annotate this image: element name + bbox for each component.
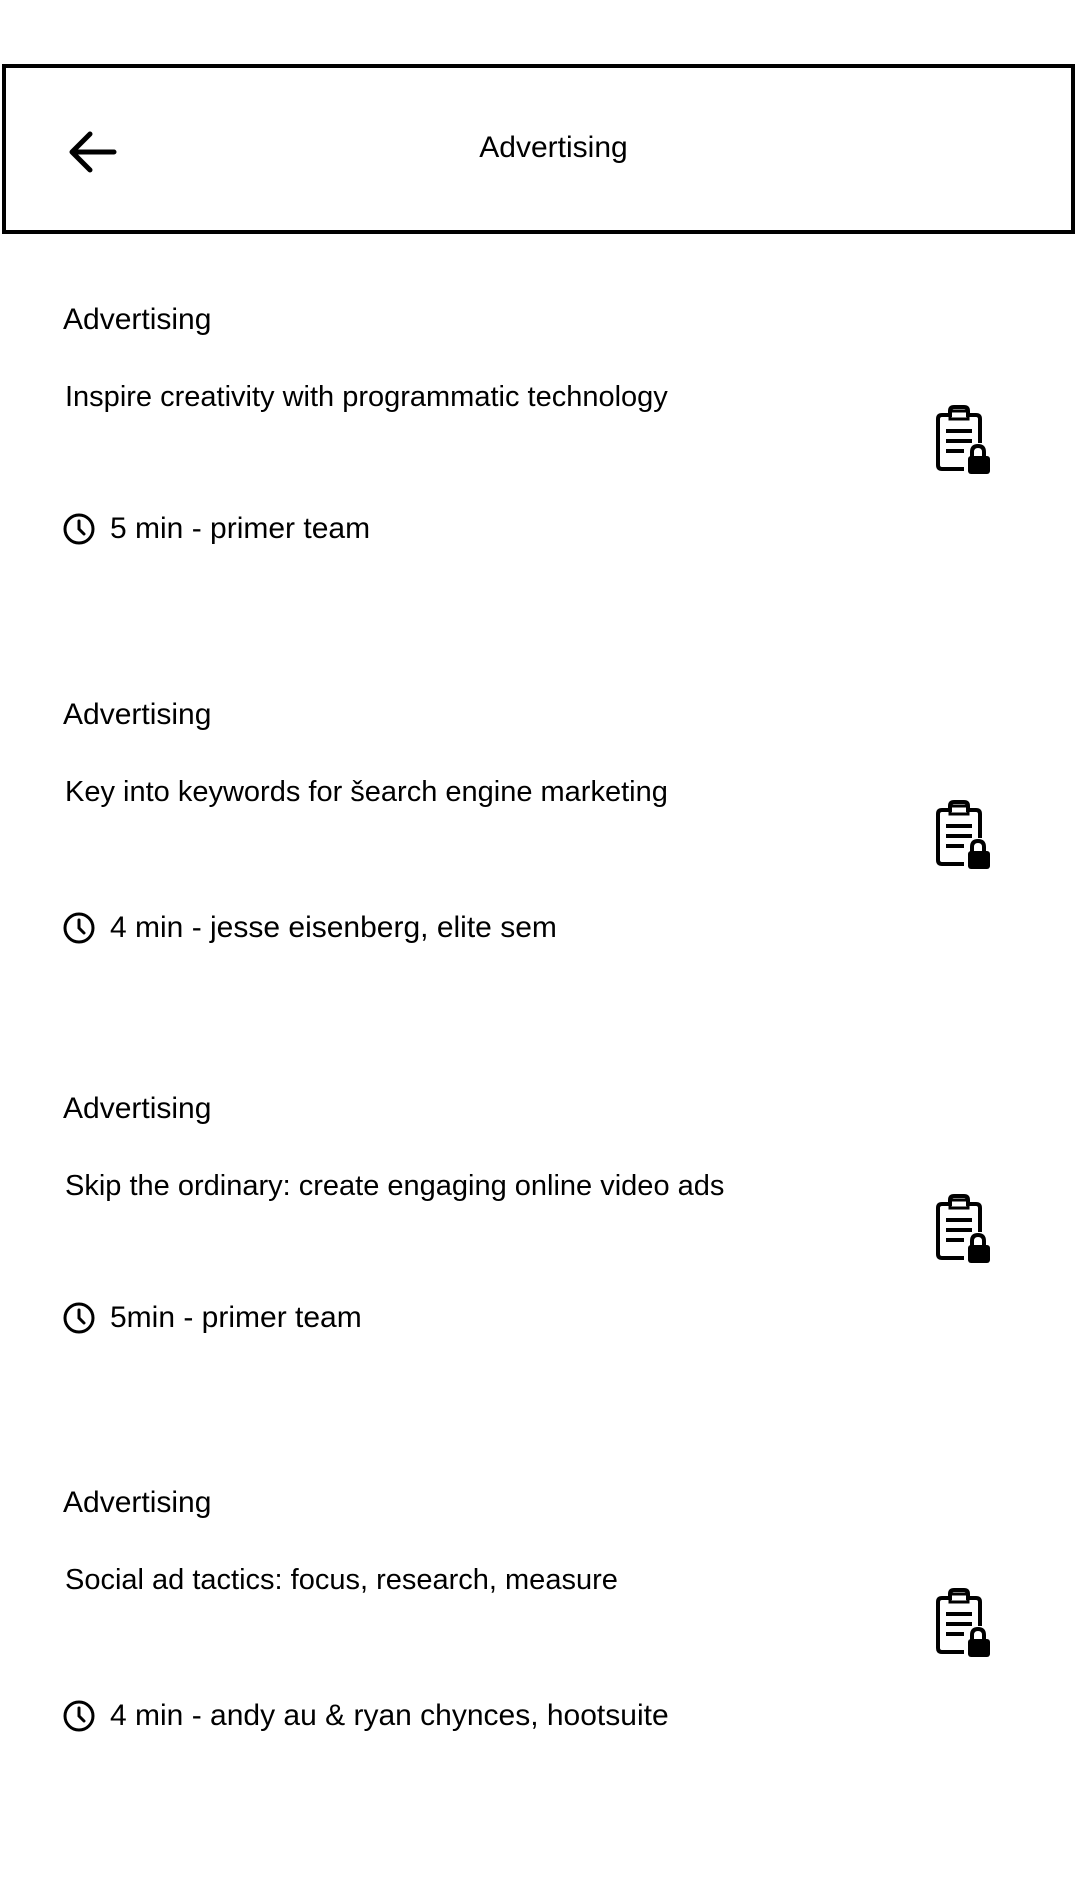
lesson-card[interactable]: Advertising Key into keywords for šearch… (0, 697, 1080, 1092)
card-meta: 4 min - andy au & ryan chynces, hootsuit… (62, 1698, 669, 1734)
locked-clipboard-button[interactable] (928, 405, 996, 477)
card-title[interactable]: Skip the ordinary: create engaging onlin… (65, 1170, 725, 1202)
lesson-card[interactable]: Advertising Inspire creativity with prog… (0, 302, 1080, 697)
clipboard-lock-icon (936, 1194, 990, 1263)
clipboard-lock-icon (936, 800, 990, 869)
card-meta: 4 min - jesse eisenberg, elite sem (62, 910, 557, 946)
clipboard-lock-icon (936, 1588, 990, 1657)
card-title[interactable]: Key into keywords for šearch engine mark… (65, 776, 725, 808)
locked-clipboard-button[interactable] (928, 1588, 996, 1660)
page-title: Advertising (479, 131, 628, 164)
card-meta: 5 min - primer team (62, 511, 370, 547)
top-app-bar: Advertising (2, 64, 1075, 234)
card-meta-text: 5min - primer team (110, 1301, 362, 1334)
clock-icon (62, 512, 96, 546)
clock-icon (62, 911, 96, 945)
card-meta-text: 4 min - jesse eisenberg, elite sem (110, 911, 557, 944)
lesson-card[interactable]: Advertising Skip the ordinary: create en… (0, 1091, 1080, 1486)
card-meta-text: 4 min - andy au & ryan chynces, hootsuit… (110, 1699, 669, 1732)
card-category: Advertising (63, 698, 212, 731)
card-category: Advertising (63, 1486, 212, 1519)
card-category: Advertising (63, 303, 212, 336)
locked-clipboard-button[interactable] (928, 1194, 996, 1266)
clock-icon (62, 1301, 96, 1335)
card-category: Advertising (63, 1092, 212, 1125)
card-title[interactable]: Social ad tactics: focus, research, meas… (65, 1564, 725, 1596)
card-meta: 5min - primer team (62, 1300, 362, 1336)
clock-icon (62, 1699, 96, 1733)
card-meta-text: 5 min - primer team (110, 512, 371, 545)
card-title[interactable]: Inspire creativity with programmatic tec… (65, 381, 725, 413)
clipboard-lock-icon (936, 405, 990, 474)
lesson-card[interactable]: Advertising Social ad tactics: focus, re… (0, 1485, 1080, 1880)
locked-clipboard-button[interactable] (928, 800, 996, 872)
